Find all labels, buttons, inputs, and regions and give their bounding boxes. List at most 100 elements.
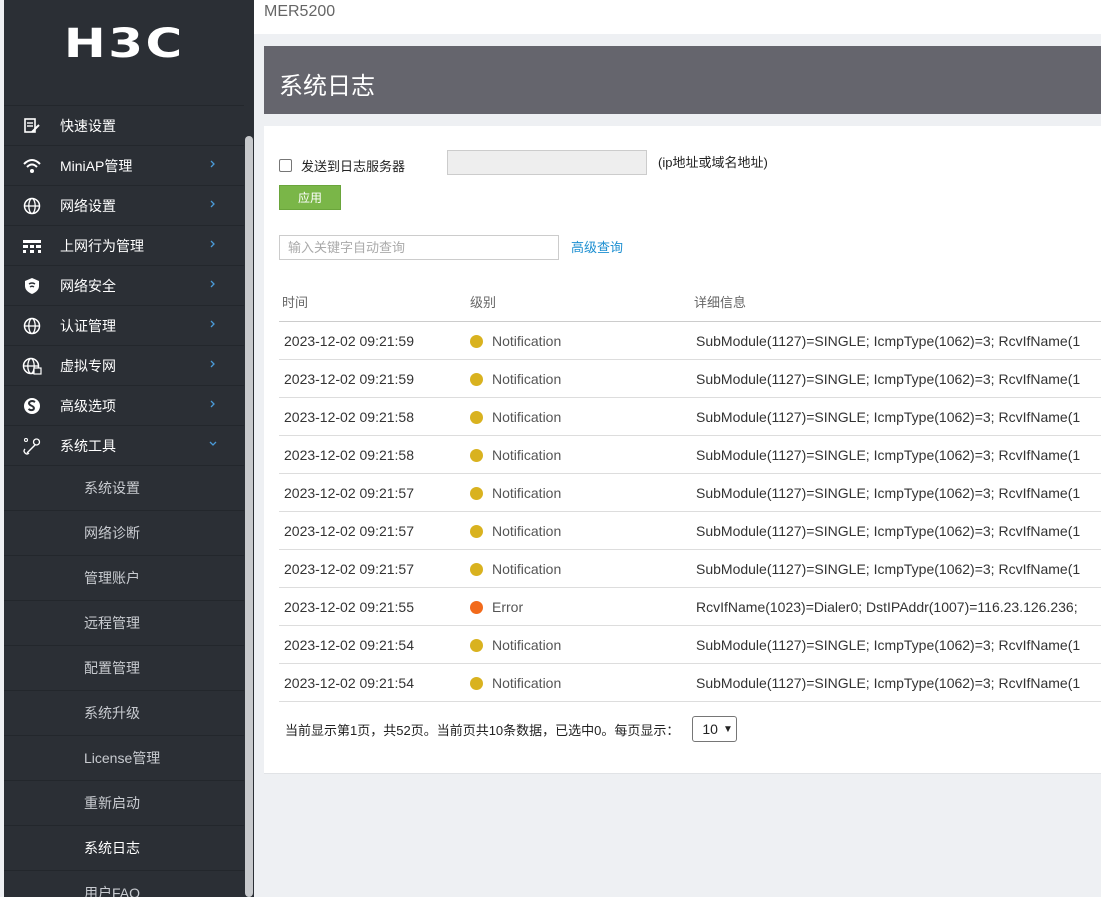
cell-detail: SubModule(1127)=SINGLE; IcmpType(1062)=3… bbox=[696, 675, 1081, 691]
page-size-select[interactable]: 10 ▼ bbox=[692, 716, 738, 742]
cell-time: 2023-12-02 09:21:58 bbox=[284, 409, 414, 425]
sidebar-item-8[interactable]: 系统工具 bbox=[4, 426, 244, 466]
table-row[interactable]: 2023-12-02 09:21:57 Notification SubModule… bbox=[279, 512, 1101, 550]
sidebar-item-label: 系统工具 bbox=[60, 437, 116, 454]
sidebar-subitem-6[interactable]: License管理 bbox=[4, 736, 244, 781]
cell-detail: SubModule(1127)=SINGLE; IcmpType(1062)=3… bbox=[696, 523, 1081, 539]
top-bar: MER5200 bbox=[254, 0, 1101, 34]
chevron-down-icon bbox=[208, 438, 218, 452]
table-row[interactable]: 2023-12-02 09:21:59 Notification SubModule… bbox=[279, 322, 1101, 360]
sidebar-subitem-7[interactable]: 重新启动 bbox=[4, 781, 244, 826]
log-server-checkbox-label[interactable]: 发送到日志服务器 bbox=[301, 156, 405, 175]
cell-level: Notification bbox=[470, 561, 561, 577]
cell-time: 2023-12-02 09:21:57 bbox=[284, 523, 414, 539]
table-row[interactable]: 2023-12-02 09:21:55 Error RcvIfName(1023)=… bbox=[279, 588, 1101, 626]
tools-icon bbox=[22, 436, 42, 456]
sidebar-item-label: 虚拟专网 bbox=[60, 357, 116, 374]
header-time[interactable]: 时间 bbox=[282, 292, 308, 311]
cell-time: 2023-12-02 09:21:54 bbox=[284, 637, 414, 653]
level-text: Notification bbox=[492, 447, 562, 463]
sidebar-item-label: 网络安全 bbox=[60, 277, 116, 294]
edit-doc-icon bbox=[22, 116, 42, 136]
level-dot-icon bbox=[470, 486, 483, 500]
cell-level: Notification bbox=[470, 523, 561, 539]
table-header: 时间 级别 详细信息 bbox=[279, 284, 1101, 322]
level-dot-icon bbox=[470, 334, 483, 348]
log-server-row: 发送到日志服务器 bbox=[279, 154, 405, 176]
wifi-icon bbox=[22, 156, 42, 176]
product-model: MER5200 bbox=[264, 3, 336, 20]
level-text: Notification bbox=[492, 523, 562, 539]
table-row[interactable]: 2023-12-02 09:21:54 Notification SubModule… bbox=[279, 626, 1101, 664]
chevron-right-icon bbox=[208, 198, 218, 212]
cell-level: Notification bbox=[470, 485, 561, 501]
sidebar-subitem-9[interactable]: 用户FAQ bbox=[4, 871, 244, 897]
chevron-down-icon: ▼ bbox=[722, 723, 733, 735]
table-row[interactable]: 2023-12-02 09:21:57 Notification SubModule… bbox=[279, 474, 1101, 512]
sidebar-scrollbar[interactable] bbox=[244, 0, 254, 897]
sidebar-subitem-5[interactable]: 系统升级 bbox=[4, 691, 244, 736]
cell-detail: SubModule(1127)=SINGLE; IcmpType(1062)=3… bbox=[696, 485, 1081, 501]
cell-level: Notification bbox=[470, 371, 561, 387]
level-text: Notification bbox=[492, 675, 562, 691]
level-text: Notification bbox=[492, 333, 562, 349]
table-row[interactable]: 2023-12-02 09:21:58 Notification SubModule… bbox=[279, 398, 1101, 436]
cell-detail: SubModule(1127)=SINGLE; IcmpType(1062)=3… bbox=[696, 371, 1081, 387]
sidebar-item-4[interactable]: 网络安全 bbox=[4, 266, 244, 306]
sidebar-item-3[interactable]: 上网行为管理 bbox=[4, 226, 244, 266]
header-detail[interactable]: 详细信息 bbox=[694, 292, 746, 311]
sidebar-subitem-8[interactable]: 系统日志 bbox=[4, 826, 244, 871]
apply-button[interactable]: 应用 bbox=[279, 185, 341, 210]
table-row[interactable]: 2023-12-02 09:21:59 Notification SubModule… bbox=[279, 360, 1101, 398]
sidebar-item-1[interactable]: MiniAP管理 bbox=[4, 146, 244, 186]
level-dot-icon bbox=[470, 372, 483, 386]
cell-detail: SubModule(1127)=SINGLE; IcmpType(1062)=3… bbox=[696, 447, 1081, 463]
cell-time: 2023-12-02 09:21:54 bbox=[284, 675, 414, 691]
log-server-address-input[interactable] bbox=[447, 150, 647, 175]
sidebar-item-label: 上网行为管理 bbox=[60, 237, 144, 254]
cell-detail: RcvIfName(1023)=Dialer0; DstIPAddr(1007)… bbox=[696, 599, 1078, 615]
level-dot-icon bbox=[470, 448, 483, 462]
cell-time: 2023-12-02 09:21:59 bbox=[284, 333, 414, 349]
cell-detail: SubModule(1127)=SINGLE; IcmpType(1062)=3… bbox=[696, 333, 1081, 349]
sidebar: H3C 快速设置 MiniAP管理 网络设置 上网行为管理 网络安全 认证管理 虚拟专网 高级… bbox=[4, 0, 254, 897]
globe-icon bbox=[22, 196, 42, 216]
cell-detail: SubModule(1127)=SINGLE; IcmpType(1062)=3… bbox=[696, 409, 1081, 425]
sidebar-item-2[interactable]: 网络设置 bbox=[4, 186, 244, 226]
level-text: Notification bbox=[492, 561, 562, 577]
log-server-checkbox[interactable] bbox=[279, 158, 292, 172]
sidebar-scrollbar-thumb[interactable] bbox=[245, 136, 253, 897]
table-row[interactable]: 2023-12-02 09:21:58 Notification SubModule… bbox=[279, 436, 1101, 474]
log-server-hint: (ip地址或域名地址) bbox=[658, 155, 768, 170]
header-level[interactable]: 级别 bbox=[470, 292, 496, 311]
search-input[interactable]: 输入关键字自动查询 bbox=[279, 235, 559, 260]
level-text: Notification bbox=[492, 409, 562, 425]
cell-detail: SubModule(1127)=SINGLE; IcmpType(1062)=3… bbox=[696, 561, 1081, 577]
cell-level: Error bbox=[470, 599, 523, 615]
grid-icon bbox=[22, 236, 42, 256]
sidebar-item-7[interactable]: 高级选项 bbox=[4, 386, 244, 426]
pager-status: 当前显示第1页，共52页。当前页共10条数据，已选中0。每页显示： bbox=[285, 722, 680, 738]
advanced-search-link[interactable]: 高级查询 bbox=[571, 237, 623, 256]
sidebar-subitem-0[interactable]: 系统设置 bbox=[4, 466, 244, 511]
cell-level: Notification bbox=[470, 675, 561, 691]
sidebar-subitem-4[interactable]: 配置管理 bbox=[4, 646, 244, 691]
sidebar-item-5[interactable]: 认证管理 bbox=[4, 306, 244, 346]
pager: 当前显示第1页，共52页。当前页共10条数据，已选中0。每页显示： 10 ▼ bbox=[285, 716, 738, 742]
level-dot-icon bbox=[470, 562, 483, 576]
sidebar-menu-area: H3C 快速设置 MiniAP管理 网络设置 上网行为管理 网络安全 认证管理 虚拟专网 高级… bbox=[4, 0, 244, 897]
page-size-value: 10 bbox=[702, 721, 718, 737]
sidebar-subitem-3[interactable]: 远程管理 bbox=[4, 601, 244, 646]
sidebar-subitem-2[interactable]: 管理账户 bbox=[4, 556, 244, 601]
cell-level: Notification bbox=[470, 637, 561, 653]
sidebar-item-6[interactable]: 虚拟专网 bbox=[4, 346, 244, 386]
sidebar-subitem-1[interactable]: 网络诊断 bbox=[4, 511, 244, 556]
globe-icon bbox=[22, 316, 42, 336]
main-menu: 快速设置 MiniAP管理 网络设置上网行为管理 网络安全认证管理虚拟专网高级选项系统… bbox=[4, 106, 244, 897]
table-row[interactable]: 2023-12-02 09:21:57 Notification SubModule… bbox=[279, 550, 1101, 588]
log-panel: 发送到日志服务器 (ip地址或域名地址) 应用 输入关键字自动查询 高级查询 时… bbox=[264, 126, 1101, 774]
level-dot-icon bbox=[470, 600, 483, 614]
sidebar-item-0[interactable]: 快速设置 bbox=[4, 106, 244, 146]
table-row[interactable]: 2023-12-02 09:21:54 Notification SubModule… bbox=[279, 664, 1101, 702]
chevron-right-icon bbox=[208, 158, 218, 172]
